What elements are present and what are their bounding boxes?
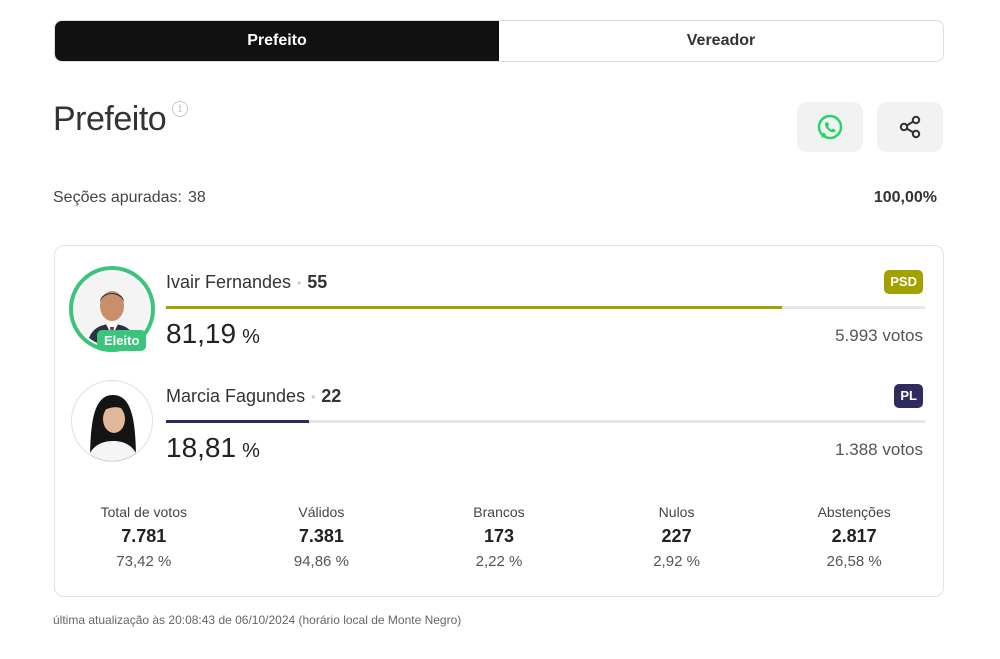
whatsapp-share-button[interactable] xyxy=(797,102,863,152)
candidate-name: Ivair Fernandes xyxy=(166,272,292,292)
percent-unit: % xyxy=(242,326,260,348)
page-title: Prefeito xyxy=(53,100,167,138)
party-badge: PL xyxy=(894,384,923,408)
vote-bar xyxy=(166,306,925,309)
stat-brancos: Brancos 173 2,22 % xyxy=(410,504,588,570)
last-update-note: última atualização às 20:08:43 de 06/10/… xyxy=(53,613,462,627)
secoes-value: 38 xyxy=(187,189,206,206)
separator-dot: • xyxy=(311,390,316,405)
elected-badge: Eleito xyxy=(97,330,147,351)
info-icon[interactable]: i xyxy=(172,101,188,117)
stat-label: Total de votos xyxy=(100,504,187,520)
candidate-row: Eleito Ivair Fernandes • 55 PSD 81,19% 5.9… xyxy=(55,266,943,376)
stat-value: 173 xyxy=(483,526,514,546)
person-photo-icon xyxy=(72,381,152,461)
stat-percent: 26,58 % xyxy=(826,553,882,570)
secoes-label: Seções apuradas: xyxy=(53,189,182,206)
separator-dot: • xyxy=(297,276,302,291)
stat-label: Abstenções xyxy=(817,504,891,520)
candidate-votes: 5.993 votos xyxy=(835,326,923,345)
stat-percent: 2,22 % xyxy=(475,553,523,570)
whatsapp-icon xyxy=(817,114,843,140)
candidate-photo: Eleito xyxy=(69,266,155,352)
candidate-row: Marcia Fagundes • 22 PL 18,81% 1.388 votos xyxy=(55,380,943,490)
vote-bar-fill xyxy=(166,420,309,423)
stat-validos: Válidos 7.381 94,86 % xyxy=(233,504,411,570)
party-badge: PSD xyxy=(884,270,923,294)
stat-label: Nulos xyxy=(658,504,695,520)
stat-label: Brancos xyxy=(473,504,525,520)
share-icon xyxy=(899,115,921,139)
stat-value: 7.781 xyxy=(121,526,167,546)
candidate-name-line: Marcia Fagundes • 22 xyxy=(166,386,341,407)
candidate-percent: 18,81% xyxy=(166,432,260,464)
stat-percent: 94,86 % xyxy=(293,553,349,570)
office-tabs: Prefeito Vereador xyxy=(54,20,944,62)
stat-percent: 73,42 % xyxy=(116,553,172,570)
tab-vereador[interactable]: Vereador xyxy=(499,21,943,61)
apuracao-percent: 100,00% xyxy=(873,189,937,206)
stat-value: 7.381 xyxy=(298,526,344,546)
stat-abstencoes: Abstenções 2.817 26,58 % xyxy=(765,504,943,570)
vote-bar-fill xyxy=(166,306,783,309)
candidate-number: 55 xyxy=(307,272,328,292)
vote-bar xyxy=(166,420,925,423)
candidate-number: 22 xyxy=(321,386,342,406)
stat-nulos: Nulos 227 2,92 % xyxy=(588,504,766,570)
candidate-name: Marcia Fagundes xyxy=(166,386,306,406)
tab-prefeito[interactable]: Prefeito xyxy=(55,21,499,61)
vote-summary: Total de votos 7.781 73,42 % Válidos 7.3… xyxy=(55,504,943,570)
candidate-name-line: Ivair Fernandes • 55 xyxy=(166,272,327,293)
stat-percent: 2,92 % xyxy=(653,553,700,570)
secoes-apuradas: Seções apuradas: 38 xyxy=(53,189,206,207)
results-card: Eleito Ivair Fernandes • 55 PSD 81,19% 5.9… xyxy=(54,245,944,597)
stat-label: Válidos xyxy=(298,504,345,520)
percent-unit: % xyxy=(242,440,260,462)
share-button[interactable] xyxy=(877,102,943,152)
candidate-percent: 81,19% xyxy=(166,318,260,350)
candidate-percent-value: 18,81 xyxy=(166,432,237,463)
candidate-photo xyxy=(71,380,153,462)
stat-value: 227 xyxy=(661,526,692,546)
candidate-percent-value: 81,19 xyxy=(166,318,237,349)
candidate-votes: 1.388 votos xyxy=(835,440,923,459)
stat-value: 2.817 xyxy=(831,526,877,546)
stat-total: Total de votos 7.781 73,42 % xyxy=(55,504,233,570)
